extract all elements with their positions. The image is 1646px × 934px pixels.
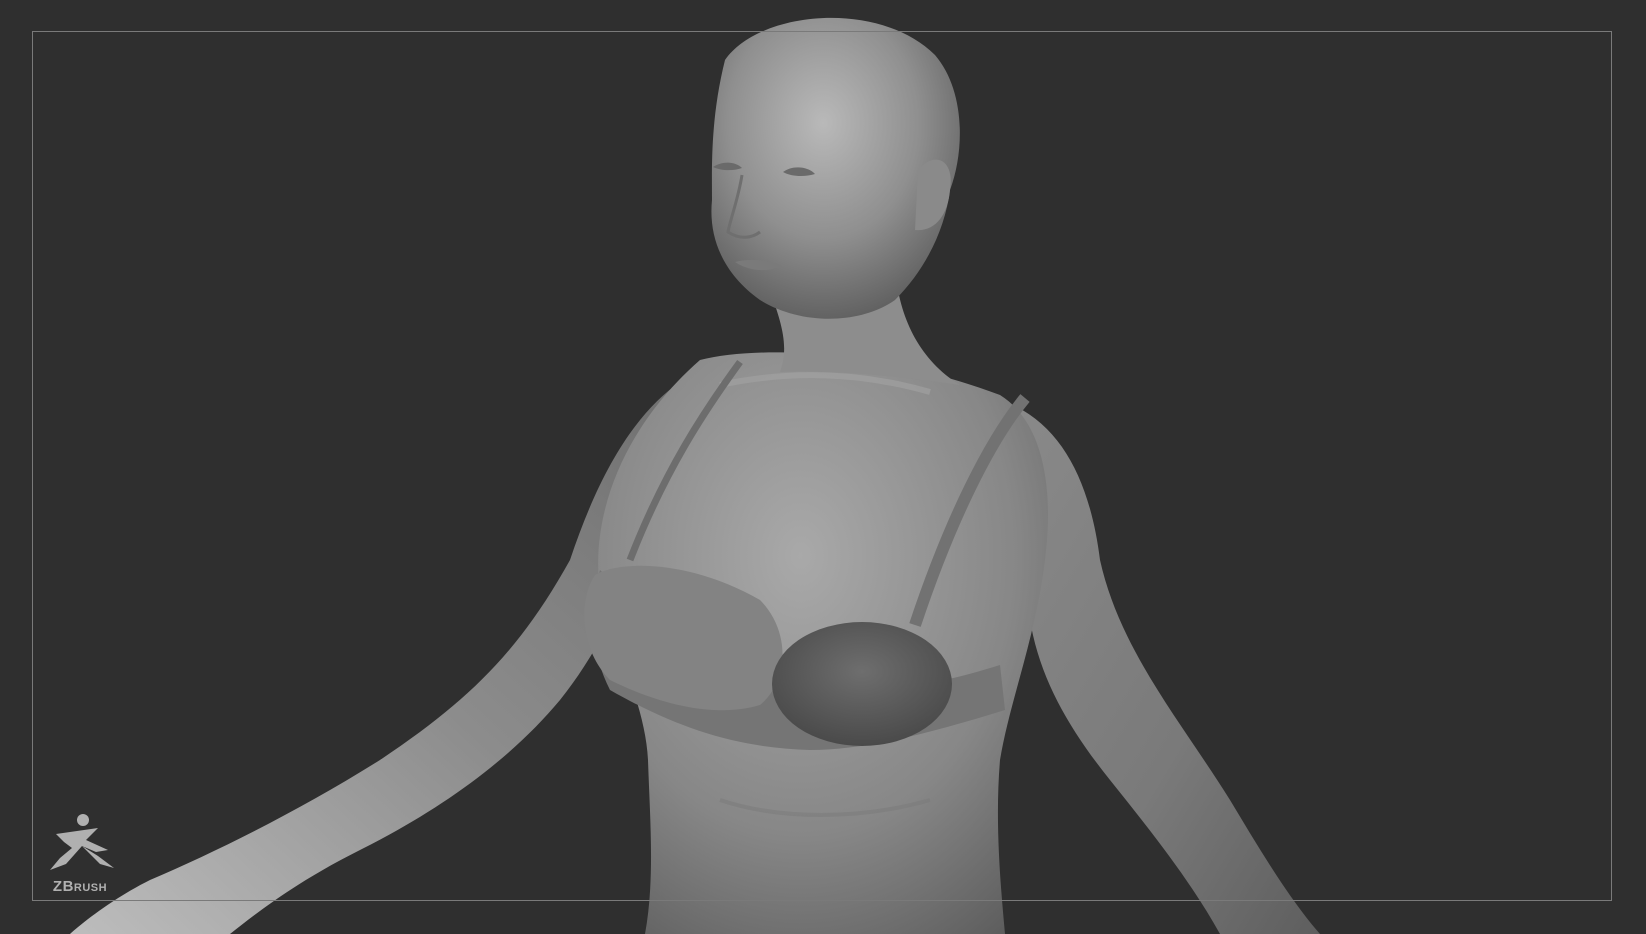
sculpt-render	[70, 17, 1320, 934]
zbrush-logo: ZBRUSH	[38, 812, 122, 896]
bra-cup-right	[772, 622, 952, 746]
zbrush-viewport[interactable]: ZBRUSH	[0, 0, 1646, 934]
right-arm	[1000, 400, 1320, 934]
ear	[915, 159, 951, 231]
zbrush-wordmark: ZBRUSH	[52, 878, 108, 895]
zbrush-running-figure-icon	[50, 814, 114, 870]
